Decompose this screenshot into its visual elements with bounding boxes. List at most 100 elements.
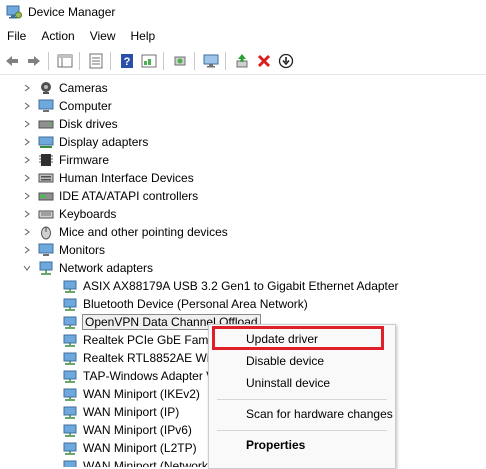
chevron-right-icon[interactable] xyxy=(22,245,32,255)
tree-item-computer[interactable]: Computer xyxy=(22,97,112,115)
computer-icon xyxy=(38,98,54,114)
toolbar-separator xyxy=(48,52,49,70)
network-adapter-icon xyxy=(62,422,78,438)
tree-item-label: Cameras xyxy=(59,81,108,95)
network-adapter-label: Realtek PCIe GbE Family xyxy=(83,333,220,347)
window-title: Device Manager xyxy=(28,5,116,19)
context-menu-separator xyxy=(217,430,387,431)
device-manager-icon xyxy=(6,4,22,20)
tree-item-cameras[interactable]: Cameras xyxy=(22,79,108,97)
toolbar: ? xyxy=(0,48,486,75)
toolbar-separator xyxy=(163,52,164,70)
network-adapter-item[interactable]: ASIX AX88179A USB 3.2 Gen1 to Gigabit Et… xyxy=(62,277,399,295)
context-menu-scan-hardware[interactable]: Scan for hardware changes xyxy=(209,403,395,425)
tree-item-mice[interactable]: Mice and other pointing devices xyxy=(22,223,228,241)
network-adapter-item[interactable]: WAN Miniport (L2TP) xyxy=(62,439,197,457)
network-adapter-icon xyxy=(62,296,78,312)
tree-item-label: Mice and other pointing devices xyxy=(59,225,228,239)
menu-action[interactable]: Action xyxy=(34,29,82,43)
menu-file[interactable]: File xyxy=(0,29,34,43)
context-menu-disable-device[interactable]: Disable device xyxy=(209,350,395,372)
mouse-icon xyxy=(38,224,54,240)
network-adapter-label: WAN Miniport (IP) xyxy=(83,405,180,419)
network-adapter-icon xyxy=(62,278,78,294)
chevron-down-icon[interactable] xyxy=(22,263,32,273)
chevron-right-icon[interactable] xyxy=(22,227,32,237)
resources-icon[interactable] xyxy=(139,51,159,71)
tree-item-hid[interactable]: Human Interface Devices xyxy=(22,169,194,187)
toolbar-separator xyxy=(225,52,226,70)
network-adapter-icon xyxy=(62,368,78,384)
chevron-right-icon[interactable] xyxy=(22,191,32,201)
network-icon xyxy=(38,260,54,276)
context-menu-properties[interactable]: Properties xyxy=(209,434,395,456)
back-icon[interactable] xyxy=(2,51,22,71)
network-adapter-label: WAN Miniport (IKEv2) xyxy=(83,387,200,401)
tree-item-label: Network adapters xyxy=(59,261,154,275)
network-adapter-icon xyxy=(62,404,78,420)
toolbar-separator xyxy=(194,52,195,70)
menu-view[interactable]: View xyxy=(83,29,124,43)
chevron-right-icon[interactable] xyxy=(22,209,32,219)
disk-icon xyxy=(38,116,54,132)
tree-item-display-adapters[interactable]: Display adapters xyxy=(22,133,148,151)
network-adapter-item[interactable]: Realtek RTL8852AE WiFi 6 xyxy=(62,349,230,367)
network-adapter-icon xyxy=(62,314,78,330)
tree-item-label: Computer xyxy=(59,99,112,113)
network-adapter-icon xyxy=(62,440,78,456)
display-adapter-icon xyxy=(38,134,54,150)
context-menu-update-driver[interactable]: Update driver xyxy=(209,328,395,350)
network-adapter-label: WAN Miniport (L2TP) xyxy=(83,441,197,455)
chevron-right-icon[interactable] xyxy=(22,155,32,165)
network-adapter-item[interactable]: WAN Miniport (IPv6) xyxy=(62,421,192,439)
scan-icon[interactable] xyxy=(170,51,190,71)
network-adapter-item[interactable]: WAN Miniport (IKEv2) xyxy=(62,385,200,403)
tree-item-monitors[interactable]: Monitors xyxy=(22,241,105,259)
toolbar-separator xyxy=(110,52,111,70)
update-driver-icon[interactable] xyxy=(232,51,252,71)
keyboard-icon xyxy=(38,206,54,222)
chevron-right-icon[interactable] xyxy=(22,101,32,111)
toolbar-separator xyxy=(79,52,80,70)
chevron-right-icon[interactable] xyxy=(22,83,32,93)
network-adapter-item[interactable]: Realtek PCIe GbE Family xyxy=(62,331,220,349)
chevron-right-icon[interactable] xyxy=(22,173,32,183)
tree-item-keyboards[interactable]: Keyboards xyxy=(22,205,116,223)
properties-icon[interactable] xyxy=(55,51,75,71)
tree-item-label: IDE ATA/ATAPI controllers xyxy=(59,189,199,203)
context-menu-uninstall-device[interactable]: Uninstall device xyxy=(209,372,395,394)
network-adapter-label: TAP-Windows Adapter V xyxy=(83,369,215,383)
tree-item-disk-drives[interactable]: Disk drives xyxy=(22,115,118,133)
chevron-right-icon[interactable] xyxy=(22,137,32,147)
network-adapter-label: ASIX AX88179A USB 3.2 Gen1 to Gigabit Et… xyxy=(83,279,399,293)
title-bar: Device Manager xyxy=(0,0,486,24)
network-adapter-label: Bluetooth Device (Personal Area Network) xyxy=(83,297,308,311)
network-adapter-item[interactable]: Bluetooth Device (Personal Area Network) xyxy=(62,295,308,313)
network-adapter-icon xyxy=(62,350,78,366)
tree-item-label: Display adapters xyxy=(59,135,149,149)
tree-item-label: Keyboards xyxy=(59,207,117,221)
chevron-right-icon[interactable] xyxy=(22,119,32,129)
tree-item-firmware[interactable]: Firmware xyxy=(22,151,109,169)
network-adapter-icon xyxy=(62,386,78,402)
uninstall-icon[interactable] xyxy=(254,51,274,71)
view-icon[interactable] xyxy=(86,51,106,71)
disable-icon[interactable] xyxy=(276,51,296,71)
context-menu-separator xyxy=(217,399,387,400)
network-adapter-item[interactable]: TAP-Windows Adapter V xyxy=(62,367,214,385)
monitor-icon xyxy=(38,242,54,258)
menu-bar: File Action View Help xyxy=(0,26,486,46)
forward-icon[interactable] xyxy=(24,51,44,71)
monitor-icon[interactable] xyxy=(201,51,221,71)
tree-item-network-adapters[interactable]: Network adapters xyxy=(22,259,153,277)
help-icon[interactable]: ? xyxy=(117,51,137,71)
context-menu: Update driver Disable device Uninstall d… xyxy=(208,324,396,469)
network-adapter-item[interactable]: WAN Miniport (IP) xyxy=(62,403,179,421)
tree-item-ide[interactable]: IDE ATA/ATAPI controllers xyxy=(22,187,198,205)
network-adapter-label: WAN Miniport (IPv6) xyxy=(83,423,192,437)
tree-item-label: Monitors xyxy=(59,243,106,257)
tree-item-label: Human Interface Devices xyxy=(59,171,194,185)
tree-item-label: Disk drives xyxy=(59,117,118,131)
firmware-icon xyxy=(38,152,54,168)
menu-help[interactable]: Help xyxy=(124,29,164,43)
